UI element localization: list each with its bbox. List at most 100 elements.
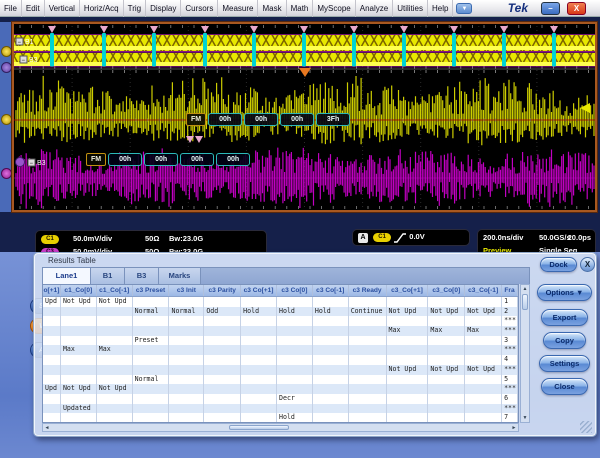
- horizontal-scrollbar[interactable]: ◄ ►: [42, 423, 519, 432]
- resolution: 20.0ps: [568, 233, 591, 242]
- table-cell: [169, 336, 204, 346]
- table-cell: [97, 404, 133, 414]
- table-cell: [133, 365, 170, 375]
- menu-item-myscope[interactable]: MyScope: [313, 0, 355, 17]
- column-header[interactable]: Fra: [502, 285, 518, 296]
- column-header[interactable]: c3 Preset: [133, 285, 170, 296]
- table-row[interactable]: MaxMax***: [43, 345, 518, 355]
- table-cell: Normal: [133, 307, 170, 317]
- table-cell: [277, 365, 313, 375]
- column-header[interactable]: c3 Co[+1]: [241, 285, 277, 296]
- table-cell: Hold: [277, 413, 313, 423]
- table-cell: Not Upd: [61, 384, 97, 394]
- resize-grip[interactable]: [580, 421, 592, 433]
- table-cell: [465, 375, 502, 385]
- trigger-source-badge: C1: [373, 233, 391, 242]
- table-row[interactable]: Decr6: [43, 394, 518, 404]
- export-button[interactable]: Export: [541, 309, 588, 326]
- table-row[interactable]: Updated***: [43, 404, 518, 414]
- table-cell: [313, 345, 349, 355]
- table-row[interactable]: Normal5: [43, 375, 518, 385]
- table-row[interactable]: Not UpdNot UpdNot Upd***: [43, 365, 518, 375]
- ch3-handle[interactable]: [1, 168, 12, 179]
- table-cell: Not Upd: [428, 365, 465, 375]
- tab-b1[interactable]: B1: [91, 268, 125, 284]
- table-cell: [169, 365, 204, 375]
- table-row[interactable]: UpdNot UpdNot Upd***: [43, 384, 518, 394]
- column-header[interactable]: c1_Co[-1]: [97, 285, 133, 296]
- table-cell: [313, 365, 349, 375]
- menu-item-mask[interactable]: Mask: [258, 0, 286, 17]
- table-cell: Hold: [277, 307, 313, 317]
- trigger-readout-panel: A C1 0.0V: [352, 229, 470, 246]
- table-cell: [313, 404, 349, 414]
- column-header[interactable]: c3 Parity: [204, 285, 241, 296]
- table-cell: Not Upd: [97, 384, 133, 394]
- table-cell: [169, 384, 204, 394]
- column-header[interactable]: c3_Co[-1]: [465, 285, 502, 296]
- menu-item-help[interactable]: Help: [428, 0, 453, 17]
- table-cell: ***: [502, 365, 518, 375]
- table-row[interactable]: 4: [43, 355, 518, 365]
- menu-item-measure[interactable]: Measure: [218, 0, 258, 17]
- table-cell: [43, 413, 61, 423]
- table-cell: [241, 384, 277, 394]
- table-row[interactable]: Hold7: [43, 413, 518, 423]
- table-cell: [204, 404, 241, 414]
- menu-item-math[interactable]: Math: [287, 0, 314, 17]
- menu-item-vertical[interactable]: Vertical: [45, 0, 80, 17]
- ch1-handle[interactable]: [1, 114, 12, 125]
- menu-item-trig[interactable]: Trig: [124, 0, 146, 17]
- tab-marks[interactable]: Marks: [159, 268, 201, 284]
- column-header[interactable]: c3 Co[0]: [277, 285, 313, 296]
- column-header[interactable]: c3_Co[+1]: [387, 285, 429, 296]
- table-row[interactable]: UpdNot UpdNot Upd1: [43, 297, 518, 307]
- bus1-handle[interactable]: [1, 46, 12, 57]
- table-row[interactable]: ***: [43, 316, 518, 326]
- close-dialog-button[interactable]: Close: [541, 378, 588, 395]
- column-header[interactable]: c3 Co[-1]: [313, 285, 349, 296]
- table-row[interactable]: Preset3: [43, 336, 518, 346]
- column-header[interactable]: c3 Ready: [349, 285, 387, 296]
- table-cell: [313, 297, 349, 307]
- table-row[interactable]: MaxMaxMax***: [43, 326, 518, 336]
- menu-item-horizacq[interactable]: Horiz/Acq: [80, 0, 124, 17]
- close-button[interactable]: X: [567, 2, 586, 15]
- tab-lane1[interactable]: Lane1: [43, 268, 91, 284]
- menu-overflow-button[interactable]: ▼: [456, 3, 472, 14]
- table-cell: [387, 404, 429, 414]
- window-close-button[interactable]: X: [580, 257, 595, 272]
- menu-item-display[interactable]: Display: [146, 0, 181, 17]
- table-cell: [204, 326, 241, 336]
- menu-item-file[interactable]: File: [0, 0, 22, 17]
- minimize-button[interactable]: –: [541, 2, 560, 15]
- table-cell: [61, 394, 97, 404]
- column-header[interactable]: c3_Co[0]: [428, 285, 465, 296]
- column-header[interactable]: o[+1]: [43, 285, 61, 296]
- menu-item-utilities[interactable]: Utilities: [393, 0, 428, 17]
- table-cell: [43, 355, 61, 365]
- column-header[interactable]: c3 Init: [169, 285, 204, 296]
- copy-button[interactable]: Copy: [543, 332, 586, 349]
- table-cell: [387, 355, 429, 365]
- table-cell: [133, 297, 170, 307]
- column-header[interactable]: c1_Co[0]: [61, 285, 97, 296]
- settings-button[interactable]: Settings: [539, 355, 590, 372]
- table-cell: [61, 413, 97, 423]
- table-cell: [277, 345, 313, 355]
- menu-item-analyze[interactable]: Analyze: [356, 0, 393, 17]
- table-cell: [169, 404, 204, 414]
- table-cell: [204, 355, 241, 365]
- tab-b3[interactable]: B3: [125, 268, 159, 284]
- table-cell: [61, 336, 97, 346]
- dock-button[interactable]: Dock: [540, 257, 577, 272]
- table-cell: Not Upd: [465, 365, 502, 375]
- table-row[interactable]: NormalNormalOddHoldHoldHoldContinueNot U…: [43, 307, 518, 317]
- vertical-scrollbar[interactable]: ▲ ▼: [520, 284, 530, 423]
- table-cell: [241, 316, 277, 326]
- options-button[interactable]: Options ▼: [537, 284, 592, 301]
- menu-item-edit[interactable]: Edit: [22, 0, 45, 17]
- table-cell: [133, 413, 170, 423]
- menu-item-cursors[interactable]: Cursors: [181, 0, 218, 17]
- bus3-handle[interactable]: [1, 62, 12, 73]
